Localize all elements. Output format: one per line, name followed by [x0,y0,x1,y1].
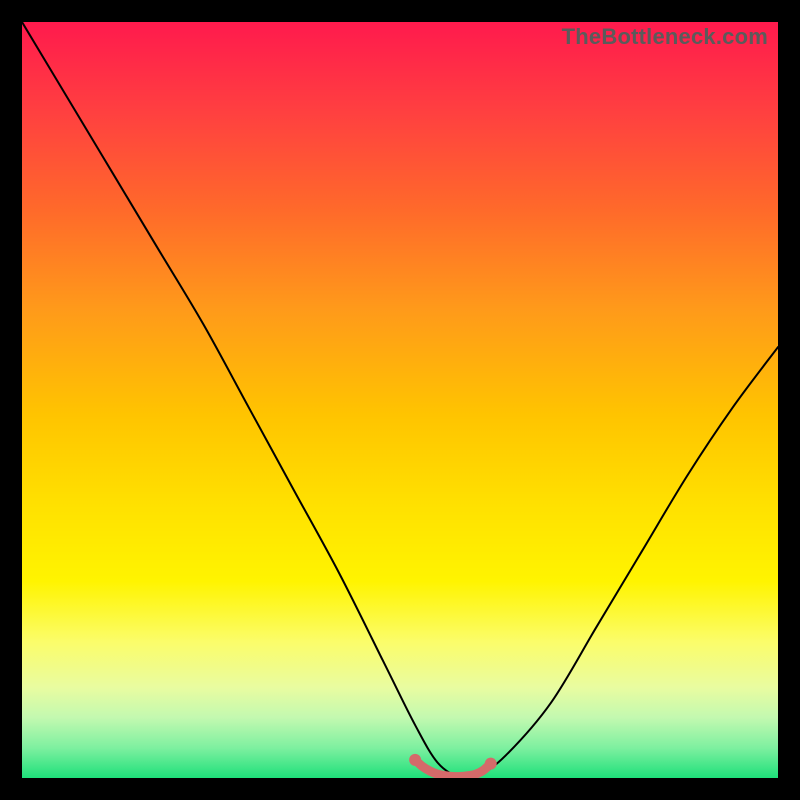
plot-area: TheBottleneck.com [22,22,778,778]
chart-svg [22,22,778,778]
chart-wrapper: TheBottleneck.com [0,0,800,800]
optimal-band-path [415,760,491,777]
bottleneck-curve-path [22,22,778,778]
optimal-band-dot-left [409,754,421,766]
optimal-band-dot-right [485,758,497,770]
